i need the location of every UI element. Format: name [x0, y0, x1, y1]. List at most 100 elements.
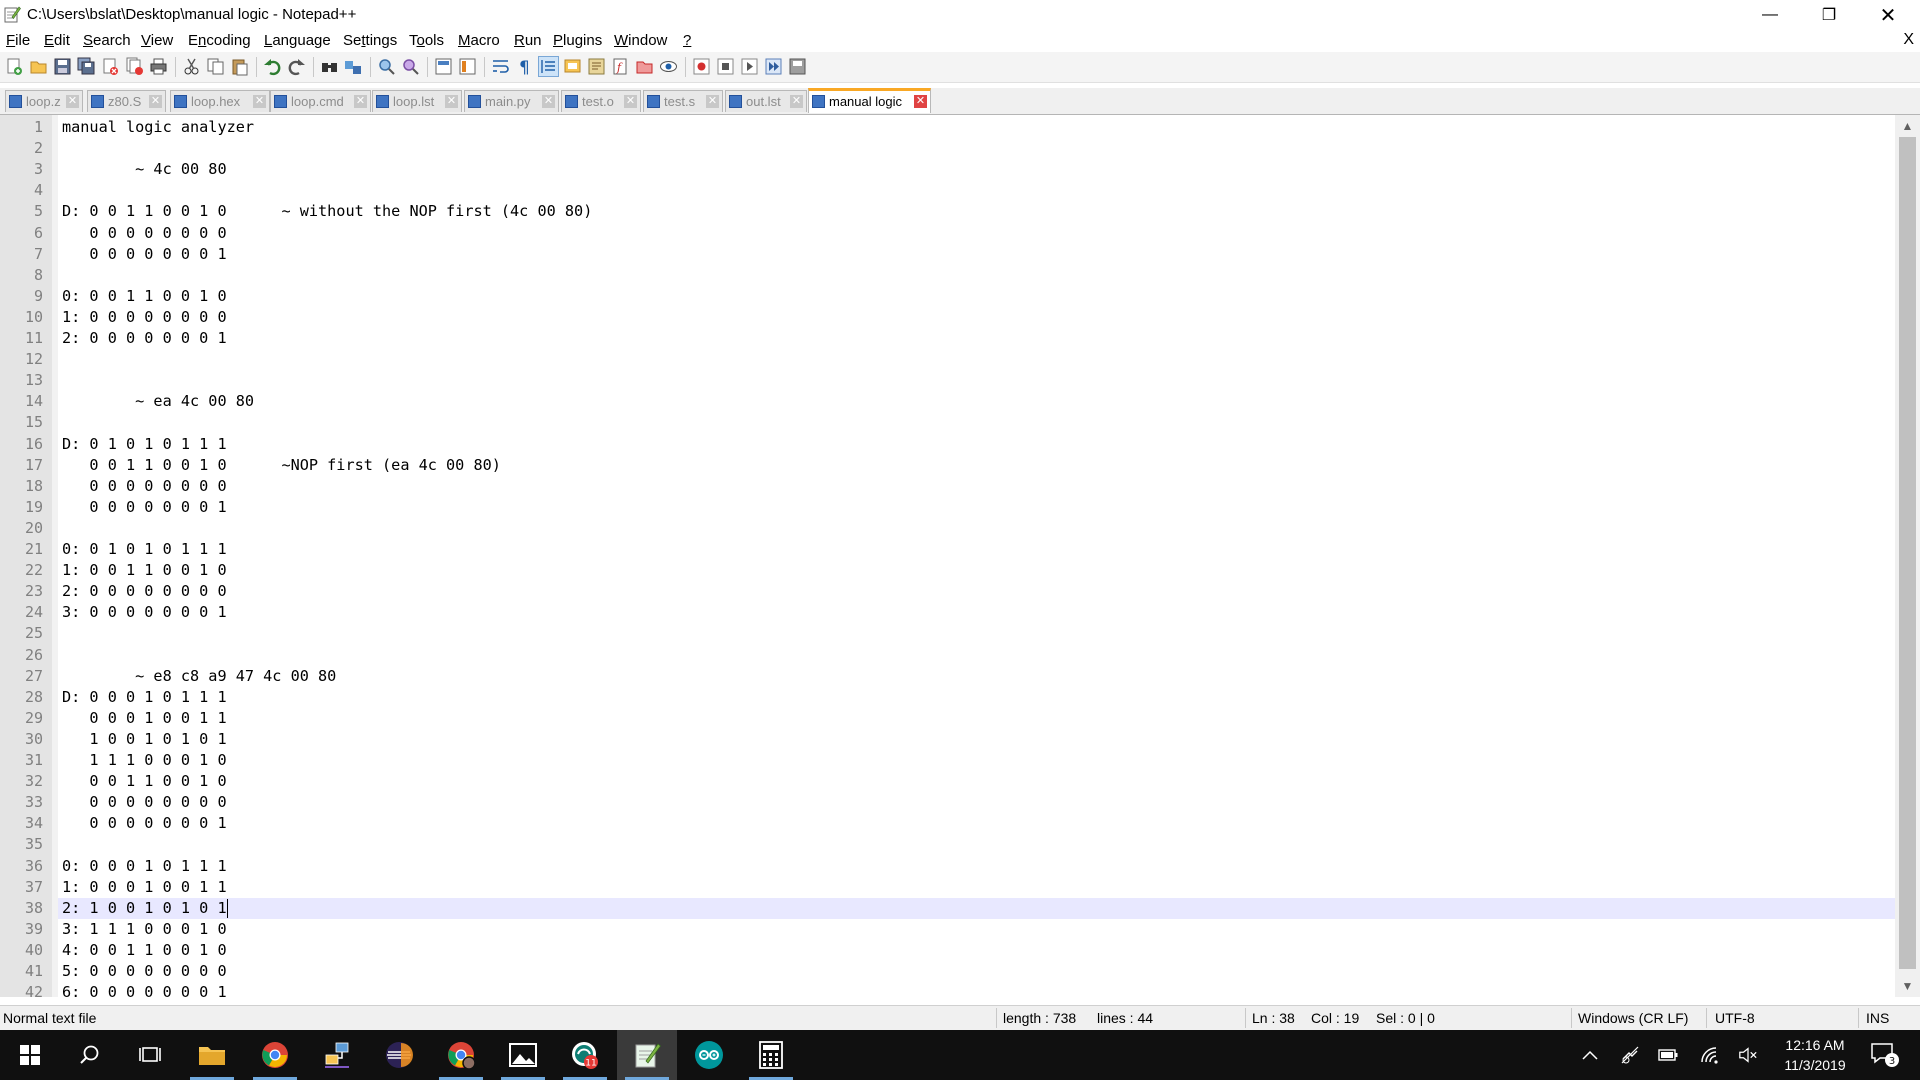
- scrollbar-thumb[interactable]: [1899, 137, 1916, 969]
- battery-icon[interactable]: [1658, 1045, 1678, 1065]
- code-line[interactable]: 0 0 1 1 0 0 1 0 ~NOP first (ea 4c 00 80): [62, 456, 500, 474]
- chrome-profile-icon[interactable]: [431, 1030, 491, 1080]
- code-line[interactable]: ~ ea 4c 00 80: [62, 392, 254, 410]
- git-kraken-icon[interactable]: 11: [555, 1030, 615, 1080]
- notepadpp-icon[interactable]: [617, 1030, 677, 1080]
- menu-item[interactable]: ?: [683, 32, 691, 49]
- tab-close-icon[interactable]: ✕: [445, 95, 458, 108]
- folder-workspace-icon[interactable]: [635, 57, 654, 76]
- macro-save-icon[interactable]: [788, 57, 807, 76]
- macro-play-icon[interactable]: [740, 57, 759, 76]
- save-icon[interactable]: [53, 57, 72, 76]
- monitoring-icon[interactable]: [659, 57, 678, 76]
- code-line[interactable]: 1 1 1 0 0 0 1 0: [62, 751, 226, 769]
- code-line[interactable]: 0 0 0 0 0 0 0 0: [62, 793, 226, 811]
- code-line[interactable]: 3: 0 0 0 0 0 0 0 1: [62, 603, 227, 621]
- status-eol[interactable]: Windows (CR LF): [1578, 1010, 1688, 1026]
- save-all-icon[interactable]: [77, 57, 96, 76]
- code-line[interactable]: 1: 0 0 1 1 0 0 1 0: [62, 561, 227, 579]
- file-explorer-icon[interactable]: [182, 1030, 242, 1080]
- code-line[interactable]: 1 0 0 1 0 1 0 1: [62, 730, 226, 748]
- search-icon[interactable]: [60, 1030, 120, 1080]
- code-line[interactable]: 0 0 0 0 0 0 0 1: [62, 498, 226, 516]
- code-line[interactable]: 0: 0 0 1 1 0 0 1 0: [62, 287, 227, 305]
- code-line[interactable]: 2: 0 0 0 0 0 0 0 1: [62, 329, 227, 347]
- menu-item[interactable]: Edit: [44, 32, 70, 49]
- code-line[interactable]: D: 0 1 0 1 0 1 1 1: [62, 435, 227, 453]
- notification-center-icon[interactable]: 3: [1870, 1043, 1900, 1067]
- volume-muted-icon[interactable]: [1738, 1045, 1758, 1065]
- zoom-out-icon[interactable]: [401, 57, 420, 76]
- user-language-icon[interactable]: [563, 57, 582, 76]
- show-hidden-icons-chevron-icon[interactable]: [1580, 1045, 1600, 1065]
- tab-close-icon[interactable]: ✕: [66, 95, 79, 108]
- tab-loop-z[interactable]: loop.z ✕: [5, 90, 83, 112]
- eclipse-icon[interactable]: [369, 1030, 429, 1080]
- close-document-button[interactable]: X: [1903, 31, 1914, 49]
- code-line[interactable]: manual logic analyzer: [62, 118, 254, 136]
- indent-guide-icon[interactable]: [538, 56, 559, 77]
- tab-close-icon[interactable]: ✕: [354, 95, 367, 108]
- word-wrap-icon[interactable]: [491, 57, 510, 76]
- paste-icon[interactable]: [230, 57, 249, 76]
- code-line[interactable]: 0 0 0 0 0 0 0 0: [62, 477, 226, 495]
- code-line[interactable]: D: 0 0 1 1 0 0 1 0 ~ without the NOP fir…: [62, 202, 592, 220]
- menu-item[interactable]: Run: [514, 32, 542, 49]
- menu-item[interactable]: Window: [614, 32, 667, 49]
- menu-item[interactable]: Search: [83, 32, 131, 49]
- redo-icon[interactable]: [287, 57, 306, 76]
- macro-stop-icon[interactable]: [716, 57, 735, 76]
- code-line[interactable]: 5: 0 0 0 0 0 0 0 0: [62, 962, 227, 980]
- close-all-icon[interactable]: [125, 57, 144, 76]
- tab-loop-cmd[interactable]: loop.cmd ✕: [270, 90, 371, 112]
- clock-time[interactable]: 12:16 AM: [1780, 1037, 1850, 1053]
- minimize-button[interactable]: —: [1741, 0, 1799, 30]
- find-icon[interactable]: [320, 57, 339, 76]
- network-disconnected-icon[interactable]: [1620, 1045, 1640, 1065]
- menu-item[interactable]: View: [141, 32, 173, 49]
- tab-close-icon[interactable]: ✕: [790, 95, 803, 108]
- code-line[interactable]: 4: 0 0 1 1 0 0 1 0: [62, 941, 227, 959]
- code-line[interactable]: ~ e8 c8 a9 47 4c 00 80: [62, 667, 336, 685]
- menu-item[interactable]: Macro: [458, 32, 500, 49]
- cut-icon[interactable]: [182, 57, 201, 76]
- close-file-icon[interactable]: [101, 57, 120, 76]
- sync-horizontal-icon[interactable]: [458, 57, 477, 76]
- vertical-scrollbar[interactable]: ▲ ▼: [1895, 115, 1920, 997]
- tab-z80-s[interactable]: z80.S ✕: [87, 90, 166, 112]
- code-line[interactable]: 2: 0 0 0 0 0 0 0 0: [62, 582, 227, 600]
- close-window-button[interactable]: ✕: [1859, 0, 1917, 30]
- open-file-icon[interactable]: [29, 57, 48, 76]
- copy-icon[interactable]: [206, 57, 225, 76]
- tab-close-icon[interactable]: ✕: [624, 95, 637, 108]
- scroll-down-arrow-icon[interactable]: ▼: [1895, 975, 1920, 997]
- code-line[interactable]: 0 0 0 1 0 0 1 1: [62, 709, 226, 727]
- code-line[interactable]: 0 0 0 0 0 0 0 0: [62, 224, 226, 242]
- menu-item[interactable]: Plugins: [553, 32, 602, 49]
- tab-close-icon[interactable]: ✕: [914, 95, 927, 108]
- tab-test-o[interactable]: test.o ✕: [561, 90, 641, 112]
- arduino-icon[interactable]: [679, 1030, 739, 1080]
- network-app-icon[interactable]: [307, 1030, 367, 1080]
- code-line[interactable]: 0 0 0 0 0 0 0 1: [62, 814, 226, 832]
- new-file-icon[interactable]: [5, 57, 24, 76]
- tab-close-icon[interactable]: ✕: [542, 95, 555, 108]
- code-line[interactable]: 0 0 1 1 0 0 1 0: [62, 772, 226, 790]
- code-line[interactable]: 1: 0 0 0 0 0 0 0 0: [62, 308, 227, 326]
- tab-out-lst[interactable]: out.lst ✕: [725, 90, 807, 112]
- status-insert-mode[interactable]: INS: [1866, 1010, 1889, 1026]
- function-list-icon[interactable]: f: [611, 57, 630, 76]
- print-icon[interactable]: [149, 57, 168, 76]
- code-line[interactable]: 0: 0 1 0 1 0 1 1 1: [62, 540, 227, 558]
- code-line[interactable]: 1: 0 0 0 1 0 0 1 1: [62, 878, 227, 896]
- menu-item[interactable]: File: [6, 32, 30, 49]
- chrome-icon[interactable]: [245, 1030, 305, 1080]
- tab-manual-logic[interactable]: manual logic ✕: [808, 88, 931, 113]
- photos-icon[interactable]: [493, 1030, 553, 1080]
- text-editor[interactable]: 1 2 3 4 5 6 7 8 9 10 11 12 13 14 15 16 17 18 19 20 21 22 23 24 2…: [0, 115, 1920, 1001]
- task-view-icon[interactable]: [120, 1030, 180, 1080]
- menu-item[interactable]: Encoding: [188, 32, 251, 49]
- code-line[interactable]: 3: 1 1 1 0 0 0 1 0: [62, 920, 227, 938]
- document-map-icon[interactable]: [587, 57, 606, 76]
- code-line[interactable]: 2: 1 0 0 1 0 1 0 1: [62, 899, 227, 917]
